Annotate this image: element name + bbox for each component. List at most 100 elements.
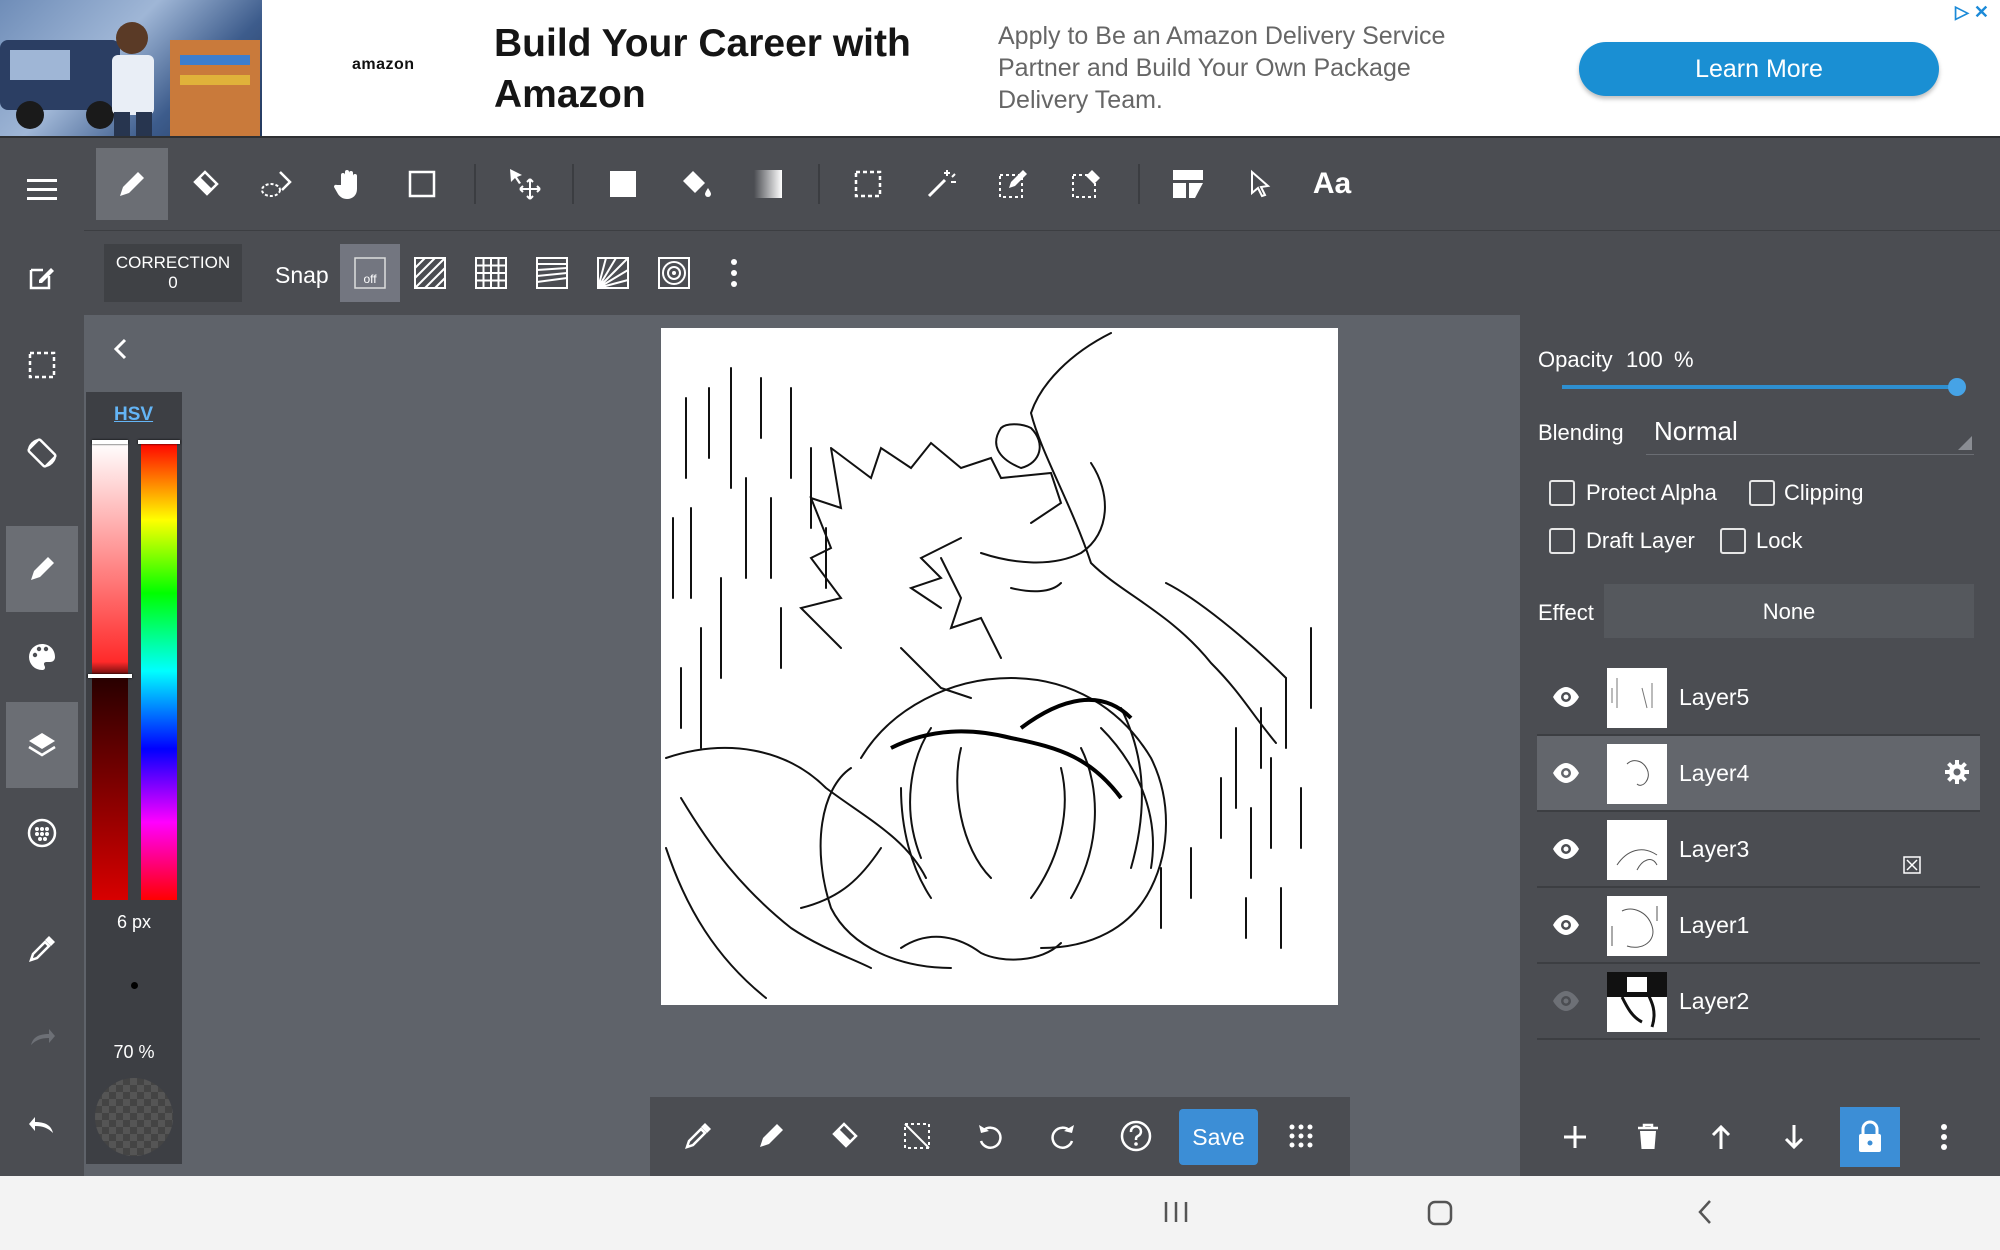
clipping-label: Clipping [1784, 480, 1864, 505]
lock-checkbox[interactable] [1720, 528, 1746, 554]
rotate-canvas-icon[interactable] [6, 410, 78, 496]
gradient-icon[interactable] [732, 148, 804, 220]
gear-icon[interactable] [1943, 758, 1971, 786]
delete-layer-icon[interactable] [1618, 1107, 1678, 1167]
clipping-indicator-icon [1903, 856, 1921, 874]
snap-parallel-icon[interactable] [400, 244, 460, 302]
add-layer-icon[interactable] [1545, 1107, 1605, 1167]
redo-icon[interactable] [1032, 1105, 1094, 1167]
text-icon[interactable]: Aa [1296, 148, 1368, 220]
layer-thumbnail [1607, 668, 1667, 728]
hue-handle[interactable] [138, 440, 180, 444]
eye-hidden-icon[interactable] [1551, 986, 1581, 1016]
protect-alpha-label: Protect Alpha [1586, 480, 1717, 505]
eraser-icon[interactable] [169, 148, 241, 220]
ad-headline[interactable]: Build Your Career with Amazon [494, 18, 934, 120]
snap-concentric-icon[interactable] [644, 244, 704, 302]
undo-icon[interactable] [959, 1105, 1021, 1167]
edit-icon[interactable] [6, 234, 78, 320]
selection-icon[interactable] [6, 322, 78, 408]
eye-icon[interactable] [1551, 758, 1581, 788]
lock-layer-icon[interactable] [1840, 1107, 1900, 1167]
clear-selection-icon[interactable] [886, 1105, 948, 1167]
brush-opacity-value[interactable]: 70 % [98, 1042, 170, 1063]
recent-apps-icon[interactable] [1163, 1200, 1189, 1224]
palette-icon[interactable] [6, 614, 78, 700]
brush-size-value[interactable]: 6 px [98, 912, 170, 933]
ad-body[interactable]: Apply to Be an Amazon Delivery Service P… [998, 20, 1468, 116]
snap-off-text: off [363, 272, 377, 286]
select-pen-icon[interactable] [977, 148, 1049, 220]
move-layer-down-icon[interactable] [1764, 1107, 1824, 1167]
drawing-canvas[interactable] [661, 328, 1338, 1005]
amazon-logo: amazon [352, 56, 415, 73]
material-icon[interactable] [6, 790, 78, 876]
draft-layer-checkbox[interactable] [1549, 528, 1575, 554]
eye-icon[interactable] [1551, 834, 1581, 864]
more-options-icon[interactable] [704, 244, 764, 302]
snap-horizontal-icon[interactable] [522, 244, 582, 302]
home-icon[interactable] [1427, 1200, 1453, 1226]
brush-panel-icon[interactable] [6, 526, 78, 612]
redo-icon[interactable] [6, 994, 78, 1080]
snap-radial-line-icon[interactable] [583, 244, 643, 302]
select-icon[interactable] [832, 148, 904, 220]
correction-button[interactable]: CORRECTION 0 [104, 244, 242, 302]
opacity-slider[interactable] [1562, 385, 1958, 389]
layer-row-layer1[interactable]: Layer1 [1537, 888, 1980, 964]
move-icon[interactable] [488, 148, 560, 220]
clipping-checkbox[interactable] [1749, 480, 1775, 506]
layer-thumbnail [1607, 820, 1667, 880]
snap-off-button[interactable]: off [340, 244, 400, 302]
eyedropper-icon[interactable] [667, 1105, 729, 1167]
pen-icon[interactable] [96, 148, 168, 220]
menu-icon[interactable] [6, 146, 78, 232]
hsv-tab[interactable]: HSV [114, 404, 153, 426]
ad-choices-icon[interactable]: ▷ ✕ [1955, 2, 1989, 23]
eye-icon[interactable] [1551, 682, 1581, 712]
pen-icon[interactable] [740, 1105, 802, 1167]
layer-row-layer5[interactable]: Layer5 [1537, 660, 1980, 736]
ad-banner[interactable]: amazon Build Your Career with Amazon App… [0, 0, 2000, 138]
effect-select[interactable]: None [1604, 584, 1974, 638]
protect-alpha-checkbox[interactable] [1549, 480, 1575, 506]
eraser-icon[interactable] [813, 1105, 875, 1167]
eye-icon[interactable] [1551, 910, 1581, 940]
brightness-slider[interactable] [92, 442, 128, 900]
opacity-slider-handle[interactable] [1948, 378, 1966, 396]
system-navigation-bar [0, 1176, 2000, 1250]
current-color-swatch[interactable] [95, 1078, 173, 1156]
shape-icon[interactable] [386, 148, 458, 220]
tool-bar: Aa [84, 138, 2000, 231]
ad-photo[interactable] [0, 0, 262, 136]
blur-icon[interactable] [241, 148, 313, 220]
hue-slider[interactable] [141, 442, 177, 900]
layer-more-options-icon[interactable] [1914, 1107, 1974, 1167]
learn-more-button[interactable]: Learn More [1579, 42, 1939, 96]
magic-wand-icon[interactable] [905, 148, 977, 220]
help-icon[interactable] [1105, 1105, 1167, 1167]
layer-row-layer2[interactable]: Layer2 [1537, 964, 1980, 1040]
move-layer-up-icon[interactable] [1691, 1107, 1751, 1167]
opacity-label: Opacity [1538, 347, 1613, 372]
bucket-icon[interactable] [660, 148, 732, 220]
back-icon[interactable] [1695, 1198, 1715, 1226]
layer-row-layer3[interactable]: Layer3 [1537, 812, 1980, 888]
eyedropper-icon[interactable] [6, 906, 78, 992]
undo-icon[interactable] [6, 1082, 78, 1168]
collapse-panel-icon[interactable] [110, 336, 132, 362]
brightness-handle[interactable] [88, 674, 132, 678]
hand-icon[interactable] [313, 148, 385, 220]
layer-name: Layer1 [1679, 912, 1750, 938]
grid-menu-icon[interactable] [1270, 1105, 1332, 1167]
layers-icon[interactable] [6, 702, 78, 788]
layer-row-layer4[interactable]: Layer4 [1537, 736, 1980, 812]
select-eraser-icon[interactable] [1050, 148, 1122, 220]
snap-grid-icon[interactable] [461, 244, 521, 302]
save-button[interactable]: Save [1179, 1109, 1258, 1165]
blending-select[interactable]: Normal [1646, 410, 1974, 455]
cursor-icon[interactable] [1224, 148, 1296, 220]
fill-rect-icon[interactable] [587, 148, 659, 220]
lock-label: Lock [1756, 528, 1803, 553]
frame-icon[interactable] [1152, 148, 1224, 220]
